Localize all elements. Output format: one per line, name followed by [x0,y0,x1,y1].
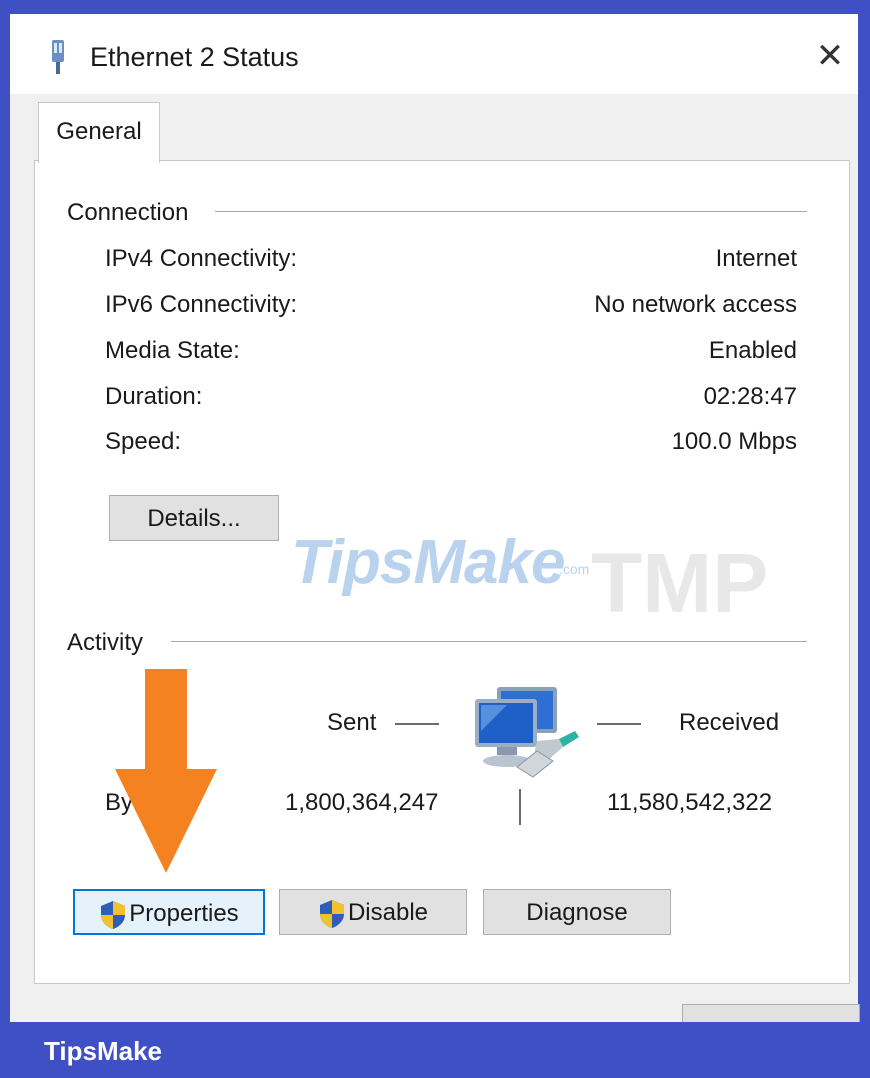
footer-banner: TipsMake [0,1022,870,1078]
ipv4-connectivity-label: IPv4 Connectivity: [105,245,298,272]
close-button[interactable]: ✕ [810,36,850,76]
properties-button[interactable]: Properties [73,889,265,935]
activity-group-divider [171,641,807,642]
image-frame-left [0,0,10,1078]
duration-label: Duration: [105,383,203,410]
details-button[interactable]: Details... [109,495,279,541]
ethernet-adapter-icon [52,40,64,74]
watermark-tmp: TMP [591,536,769,630]
image-frame-top [0,0,870,14]
connection-group-label: Connection [67,199,197,227]
ipv4-connectivity-value: Internet [715,245,797,272]
connection-group-divider [215,211,807,212]
bytes-separator [519,789,521,825]
bytes-sent-value: 1,800,364,247 [285,789,439,816]
watermark-suffix: .com [559,561,590,577]
annotation-arrow-icon [115,669,217,873]
ipv6-connectivity-label: IPv6 Connectivity: [105,291,298,318]
title-bar: Ethernet 2 Status ✕ [10,14,858,94]
uac-shield-icon [319,899,344,928]
status-dialog: Ethernet 2 Status ✕ General Connection I… [10,14,860,1025]
duration-value: 02:28:47 [703,383,797,410]
media-state-label: Media State: [105,337,240,364]
window-title: Ethernet 2 Status [90,42,299,72]
received-label: Received [679,709,780,736]
general-tab-panel: Connection IPv4 Connectivity: Internet I… [34,160,850,984]
speed-label: Speed: [105,428,182,455]
footer-brand: TipsMake [44,1036,163,1066]
properties-button-label: Properties [129,900,239,927]
activity-group-label: Activity [67,629,152,657]
network-computers-icon [475,687,579,778]
media-state-value: Enabled [708,337,797,364]
watermark: TipsMake .com TMP [291,515,811,645]
image-frame-right [858,0,870,1078]
tab-general[interactable]: General [38,102,160,163]
disable-button-label: Disable [347,899,429,926]
received-dash [597,723,641,725]
bytes-received-value: 11,580,542,322 [607,789,773,816]
speed-value: 100.0 Mbps [671,428,797,455]
sent-dash [395,723,439,725]
diagnose-button[interactable]: Diagnose [483,889,671,935]
ipv6-connectivity-value: No network access [594,291,797,318]
sent-label: Sent [327,709,377,736]
disable-button[interactable]: Disable [279,889,467,935]
uac-shield-icon [101,900,126,929]
watermark-text: TipsMake [291,528,565,597]
